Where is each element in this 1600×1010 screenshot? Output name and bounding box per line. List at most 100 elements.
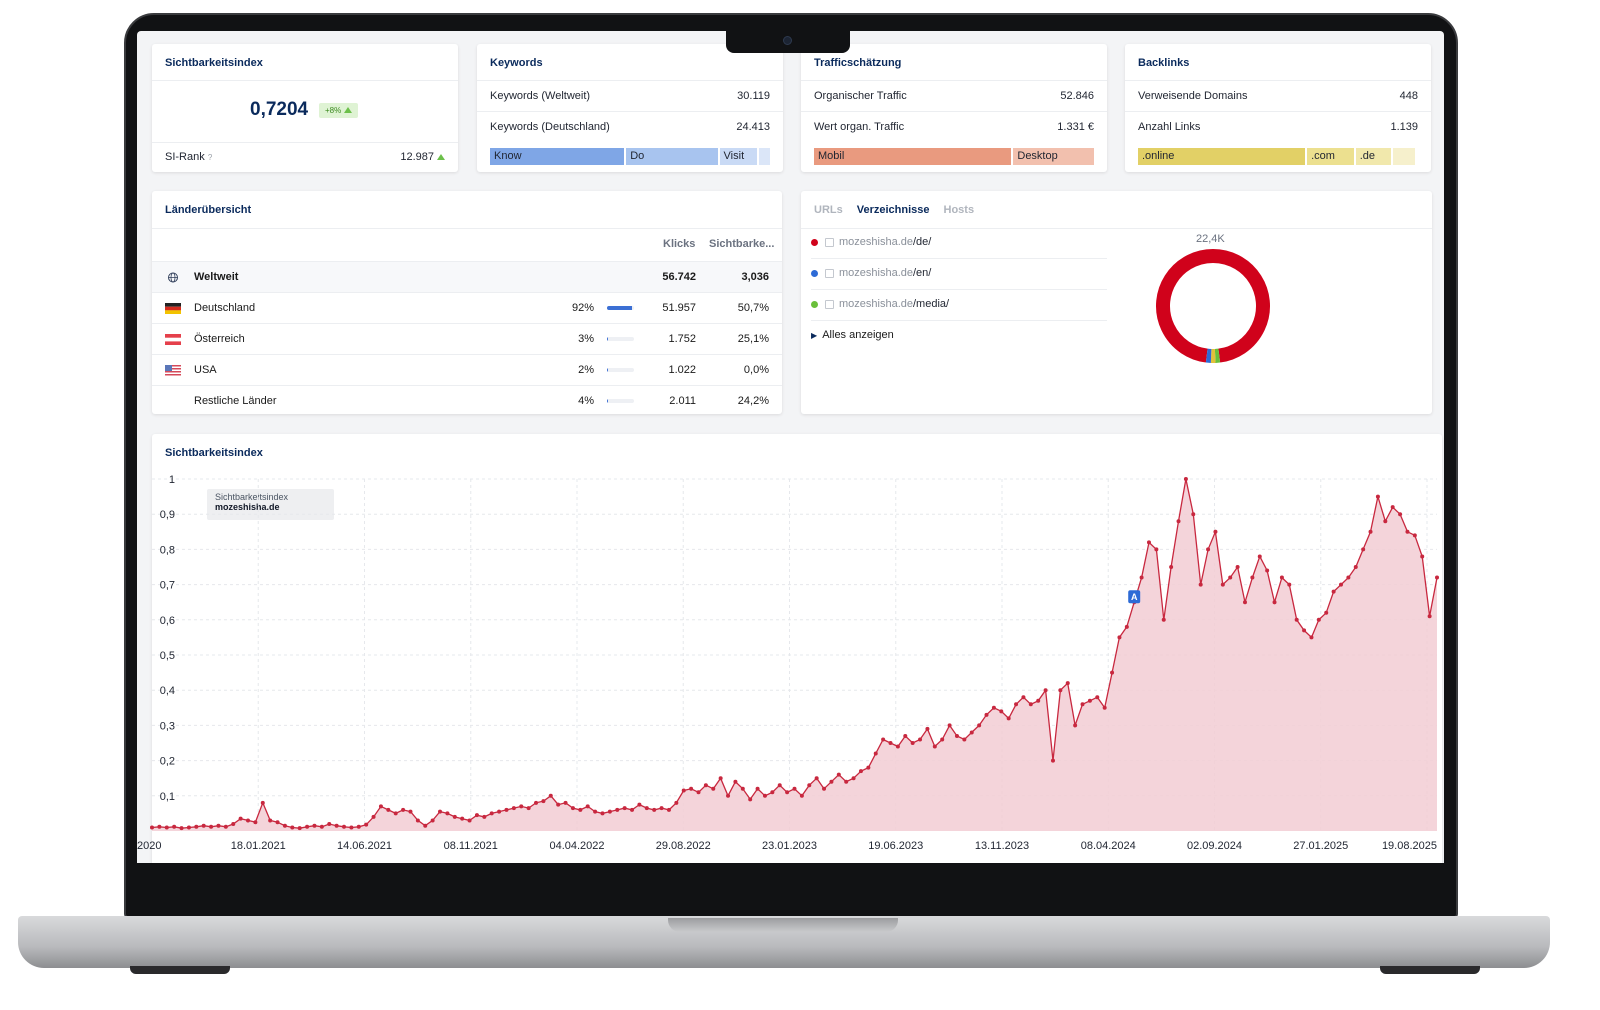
data-point[interactable] xyxy=(1375,494,1380,499)
table-row[interactable]: Deutschland 92% 51.957 50,7% xyxy=(152,292,782,323)
data-point[interactable] xyxy=(1146,540,1151,545)
data-point[interactable] xyxy=(999,709,1004,714)
data-point[interactable] xyxy=(1309,635,1314,640)
data-point[interactable] xyxy=(186,825,191,830)
data-point[interactable] xyxy=(1036,698,1041,703)
data-point[interactable] xyxy=(585,804,590,809)
data-point[interactable] xyxy=(740,786,745,791)
data-point[interactable] xyxy=(762,793,767,798)
data-point[interactable] xyxy=(1279,575,1284,580)
data-point[interactable] xyxy=(386,807,391,812)
data-point[interactable] xyxy=(194,824,199,829)
col-sichtbarkeit[interactable]: Sichtbarke... xyxy=(709,238,774,250)
data-point[interactable] xyxy=(415,818,420,823)
data-point[interactable] xyxy=(910,741,915,745)
show-all-link[interactable]: ▶ Alles anzeigen xyxy=(811,329,894,341)
data-point[interactable] xyxy=(467,818,472,823)
data-point[interactable] xyxy=(1206,547,1211,552)
table-row[interactable]: USA 2% 1.022 0,0% xyxy=(152,354,782,385)
si-line-chart[interactable]: 0,1 0,2 0,3 0,4 0,5 0,6 0,7 0,8 0,9 1 2020 18.01.20… xyxy=(137,434,1442,863)
data-point[interactable] xyxy=(1220,582,1225,587)
data-point[interactable] xyxy=(150,825,154,830)
data-point[interactable] xyxy=(452,814,457,819)
directory-donut[interactable] xyxy=(1153,246,1273,366)
backlinks-row[interactable]: Anzahl Links 1.139 xyxy=(1138,121,1418,133)
data-point[interactable] xyxy=(1383,519,1388,524)
data-point[interactable] xyxy=(1242,600,1247,605)
data-point[interactable] xyxy=(1427,614,1432,619)
data-point[interactable] xyxy=(1435,575,1439,580)
data-point[interactable] xyxy=(1250,575,1255,580)
data-point[interactable] xyxy=(1065,681,1070,686)
data-point[interactable] xyxy=(312,823,317,828)
keywords-row[interactable]: Keywords (Deutschland) 24.413 xyxy=(490,121,770,133)
data-point[interactable] xyxy=(253,820,258,825)
data-point[interactable] xyxy=(438,809,443,814)
data-point[interactable] xyxy=(1087,698,1092,703)
data-point[interactable] xyxy=(1420,554,1425,559)
segment[interactable]: Do xyxy=(626,148,718,165)
data-point[interactable] xyxy=(1169,565,1174,569)
data-point[interactable] xyxy=(541,799,546,804)
keywords-row[interactable]: Keywords (Weltweit) 30.119 xyxy=(490,90,770,102)
donut-slice[interactable] xyxy=(1156,249,1270,363)
data-point[interactable] xyxy=(630,807,635,812)
data-point[interactable] xyxy=(748,797,753,802)
data-point[interactable] xyxy=(519,804,524,809)
data-point[interactable] xyxy=(1043,688,1048,693)
data-point[interactable] xyxy=(873,751,878,756)
data-point[interactable] xyxy=(327,821,332,826)
data-point[interactable] xyxy=(1095,695,1100,700)
event-marker[interactable]: A xyxy=(1128,590,1141,604)
data-point[interactable] xyxy=(319,824,324,829)
data-point[interactable] xyxy=(282,823,287,828)
data-point[interactable] xyxy=(1124,624,1129,629)
data-point[interactable] xyxy=(209,824,214,829)
data-point[interactable] xyxy=(1110,670,1115,675)
data-point[interactable] xyxy=(246,818,251,823)
data-point[interactable] xyxy=(1265,568,1270,573)
data-point[interactable] xyxy=(1080,702,1085,707)
data-point[interactable] xyxy=(696,790,701,795)
data-point[interactable] xyxy=(785,790,790,795)
data-point[interactable] xyxy=(1154,547,1159,552)
data-point[interactable] xyxy=(1028,702,1033,707)
data-point[interactable] xyxy=(305,824,310,829)
data-point[interactable] xyxy=(954,733,959,738)
data-point[interactable] xyxy=(223,824,228,829)
data-point[interactable] xyxy=(393,811,398,816)
data-point[interactable] xyxy=(231,821,236,826)
data-point[interactable] xyxy=(1006,716,1011,721)
data-point[interactable] xyxy=(157,824,162,829)
data-point[interactable] xyxy=(1257,554,1262,559)
tab-urls[interactable]: URLs xyxy=(814,204,843,216)
data-point[interactable] xyxy=(962,737,967,742)
data-point[interactable] xyxy=(445,811,450,816)
data-point[interactable] xyxy=(925,726,930,731)
data-point[interactable] xyxy=(172,824,177,829)
data-point[interactable] xyxy=(932,744,937,749)
data-point[interactable] xyxy=(1338,582,1343,587)
data-point[interactable] xyxy=(482,814,487,819)
data-point[interactable] xyxy=(1213,529,1218,534)
segment[interactable]: .online xyxy=(1138,148,1306,165)
help-icon[interactable]: ? xyxy=(208,153,212,162)
data-point[interactable] xyxy=(615,807,620,812)
data-point[interactable] xyxy=(733,779,738,784)
search-intent-bar[interactable]: Know Do Visit xyxy=(490,148,770,165)
directory-item[interactable]: mozeshisha.de/de/ xyxy=(811,228,1107,259)
data-point[interactable] xyxy=(563,800,568,805)
data-point[interactable] xyxy=(659,806,664,811)
data-point[interactable] xyxy=(1398,512,1403,517)
data-point[interactable] xyxy=(1287,582,1292,587)
traffic-row[interactable]: Organischer Traffic 52.846 xyxy=(814,90,1094,102)
data-point[interactable] xyxy=(268,818,273,823)
external-link-icon[interactable] xyxy=(825,238,834,247)
data-point[interactable] xyxy=(1183,477,1188,481)
data-point[interactable] xyxy=(858,769,863,774)
data-point[interactable] xyxy=(1390,505,1395,510)
data-point[interactable] xyxy=(866,765,871,770)
device-bar[interactable]: Mobil Desktop xyxy=(814,148,1094,165)
data-point[interactable] xyxy=(829,779,834,784)
segment[interactable]: Desktop xyxy=(1013,148,1094,165)
